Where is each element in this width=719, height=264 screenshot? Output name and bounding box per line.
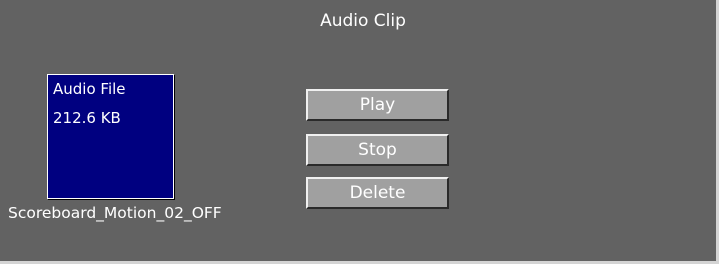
play-button[interactable]: Play	[306, 89, 449, 121]
stop-button[interactable]: Stop	[306, 134, 449, 166]
file-size-label: 212.6 KB	[53, 109, 121, 127]
audio-file-tile[interactable]: Audio File 212.6 KB	[47, 74, 174, 199]
panel-title: Audio Clip	[320, 11, 406, 31]
delete-button[interactable]: Delete	[306, 177, 449, 209]
file-name-label: Scoreboard_Motion_02_OFF	[8, 204, 222, 222]
file-type-label: Audio File	[53, 80, 126, 98]
audio-clip-panel: Audio Clip Audio File 212.6 KB Scoreboar…	[0, 0, 719, 264]
